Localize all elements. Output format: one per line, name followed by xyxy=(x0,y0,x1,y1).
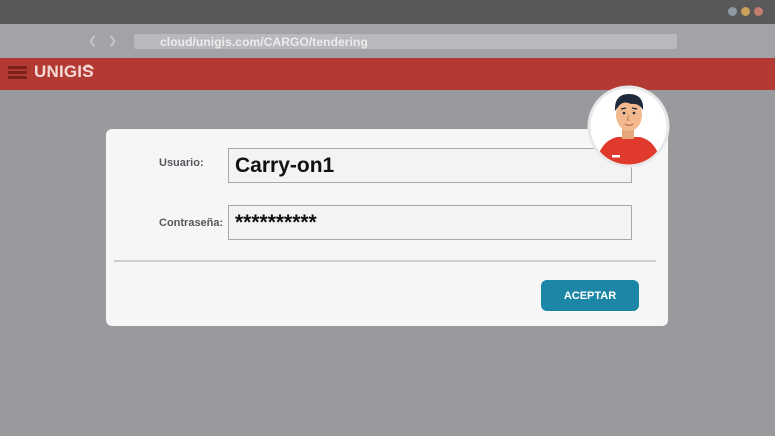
password-input[interactable] xyxy=(228,205,632,240)
logo-arc-icon xyxy=(82,64,94,70)
window-dot-close[interactable] xyxy=(754,7,763,16)
chevron-right-icon[interactable]: ❯ xyxy=(108,34,117,47)
browser-title-bar xyxy=(0,0,775,24)
login-dialog: Usuario: Contraseña: ACEPTAR xyxy=(106,129,668,326)
address-bar[interactable]: cloud/unigis.com/CARGO/tendering xyxy=(134,34,677,49)
url-text: cloud/unigis.com/CARGO/tendering xyxy=(160,35,368,49)
user-input[interactable] xyxy=(228,148,632,183)
unigis-logo: UNIGIS xyxy=(34,62,94,82)
hamburger-menu-icon[interactable] xyxy=(8,66,27,80)
accept-button[interactable]: ACEPTAR xyxy=(541,280,639,311)
chevron-left-icon[interactable]: ❮ xyxy=(88,34,97,47)
user-label: Usuario: xyxy=(159,157,204,169)
window-controls xyxy=(728,7,763,16)
user-avatar-icon xyxy=(587,85,670,168)
password-label: Contraseña: xyxy=(159,217,224,229)
browser-nav-bar: ❮ ❯ cloud/unigis.com/CARGO/tendering xyxy=(0,24,775,59)
window-dot-minimize[interactable] xyxy=(728,7,737,16)
divider xyxy=(114,260,656,262)
window-dot-maximize[interactable] xyxy=(741,7,750,16)
